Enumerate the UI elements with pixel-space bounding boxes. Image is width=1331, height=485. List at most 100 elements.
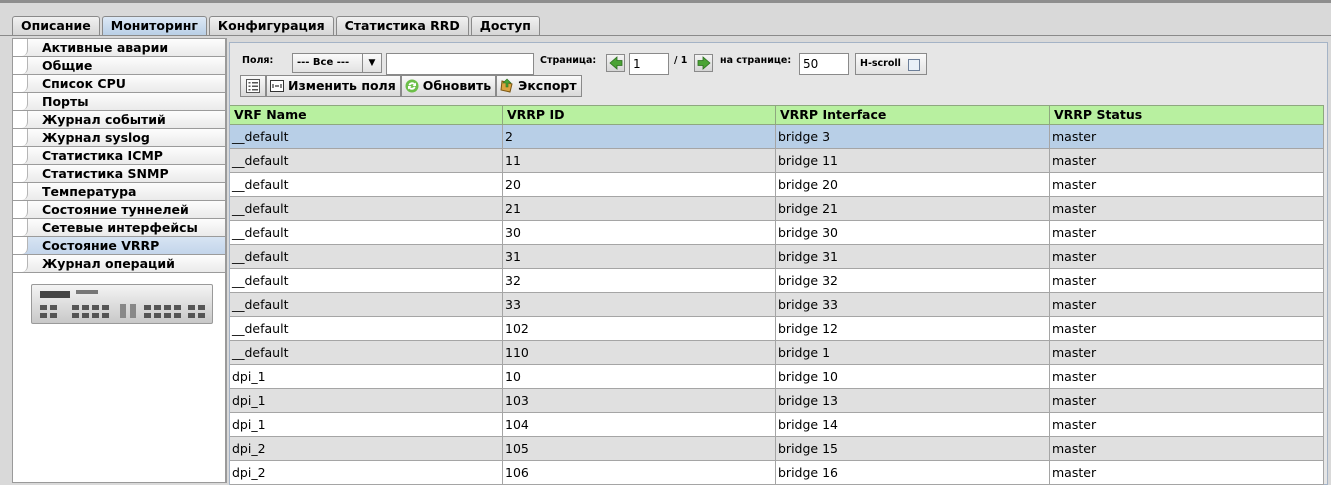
table-cell: master [1050, 341, 1324, 364]
table-cell: bridge 15 [776, 437, 1050, 460]
sidebar-item-ports[interactable]: Порты [13, 93, 225, 111]
page-total: / 1 [674, 55, 688, 66]
table-cell: 103 [503, 389, 776, 412]
column-header-vrrp-status[interactable]: VRRP Status [1050, 106, 1324, 124]
page-input[interactable]: 1 [629, 53, 669, 75]
tab-rrd-statistics[interactable]: Статистика RRD [335, 16, 469, 35]
table-cell: dpi_2 [230, 437, 503, 460]
table-cell: 2 [503, 125, 776, 148]
table-cell: master [1050, 173, 1324, 196]
per-page-input[interactable]: 50 [799, 53, 849, 75]
table-row[interactable]: __default 30 bridge 30 master [230, 221, 1324, 245]
table-row[interactable]: dpi_2 106 bridge 16 master [230, 461, 1324, 485]
column-header-vrrp-interface[interactable]: VRRP Interface [776, 106, 1050, 124]
table-cell: bridge 21 [776, 197, 1050, 220]
table-cell: 20 [503, 173, 776, 196]
table-row[interactable]: dpi_1 10 bridge 10 master [230, 365, 1324, 389]
table-cell: master [1050, 437, 1324, 460]
table-cell: bridge 14 [776, 413, 1050, 436]
table-cell: 21 [503, 197, 776, 220]
fields-label: Поля: [242, 55, 274, 66]
table-cell: dpi_1 [230, 365, 503, 388]
table-cell: 30 [503, 221, 776, 244]
table-cell: __default [230, 317, 503, 340]
table-cell: bridge 11 [776, 149, 1050, 172]
table-cell: master [1050, 389, 1324, 412]
per-page-label: на странице: [720, 55, 792, 66]
table-cell: bridge 3 [776, 125, 1050, 148]
tab-divider [0, 35, 1331, 36]
table-row[interactable]: __default 11 bridge 11 master [230, 149, 1324, 173]
tab-access[interactable]: Доступ [470, 16, 540, 35]
sidebar-item-general[interactable]: Общие [13, 57, 225, 75]
sidebar-item-tunnel-state[interactable]: Состояние туннелей [13, 201, 225, 219]
table-row[interactable]: __default 20 bridge 20 master [230, 173, 1324, 197]
table-row[interactable]: __default 21 bridge 21 master [230, 197, 1324, 221]
main-tabs: Описание Мониторинг Конфигурация Статист… [12, 16, 542, 35]
table-row[interactable]: dpi_1 104 bridge 14 master [230, 413, 1324, 437]
refresh-icon [405, 79, 419, 93]
table-cell: 10 [503, 365, 776, 388]
table-cell: __default [230, 125, 503, 148]
column-header-vrrp-id[interactable]: VRRP ID [503, 106, 776, 124]
table-cell: master [1050, 413, 1324, 436]
window-top-border [0, 0, 1331, 3]
column-header-vrf-name[interactable]: VRF Name [230, 106, 503, 124]
table-row[interactable]: __default 31 bridge 31 master [230, 245, 1324, 269]
table-row[interactable]: __default 2 bridge 3 master [230, 125, 1324, 149]
action-toolbar: Изменить поля Обновить Экспорт [240, 75, 582, 97]
table-cell: bridge 1 [776, 341, 1050, 364]
sidebar-item-event-log[interactable]: Журнал событий [13, 111, 225, 129]
tab-configuration[interactable]: Конфигурация [208, 16, 334, 35]
edit-fields-icon [270, 80, 284, 92]
table-cell: master [1050, 461, 1324, 484]
sidebar-item-active-alarms[interactable]: Активные аварии [13, 39, 225, 57]
table-row[interactable]: __default 32 bridge 32 master [230, 269, 1324, 293]
sidebar-item-operations-log[interactable]: Журнал операций [13, 255, 225, 273]
table-row[interactable]: __default 102 bridge 12 master [230, 317, 1324, 341]
table-row[interactable]: dpi_2 105 bridge 15 master [230, 437, 1324, 461]
filter-toolbar: Поля: --- Все --- ▼ Страница: 1 / 1 на с… [230, 47, 1327, 75]
tab-monitoring[interactable]: Мониторинг [101, 16, 207, 35]
table-body: __default 2 bridge 3 master __default 11 bridg… [230, 125, 1324, 485]
table-cell: __default [230, 173, 503, 196]
table-cell: master [1050, 149, 1324, 172]
table-cell: master [1050, 365, 1324, 388]
table-header: VRF Name VRRP ID VRRP Interface VRRP Sta… [230, 105, 1324, 125]
hscroll-checkbox[interactable] [908, 59, 920, 71]
sidebar-item-vrrp-state[interactable]: Состояние VRRP [13, 237, 225, 255]
table-cell: 32 [503, 269, 776, 292]
sidebar-item-snmp-stats[interactable]: Статистика SNMP [13, 165, 225, 183]
table-cell: __default [230, 293, 503, 316]
sidebar-item-temperature[interactable]: Температура [13, 183, 225, 201]
export-icon [500, 78, 513, 93]
table-cell: __default [230, 341, 503, 364]
table-cell: bridge 20 [776, 173, 1050, 196]
table-cell: __default [230, 221, 503, 244]
sidebar-item-cpu-list[interactable]: Список CPU [13, 75, 225, 93]
fields-select[interactable]: --- Все --- ▼ [292, 53, 382, 73]
table-cell: dpi_1 [230, 413, 503, 436]
next-page-button[interactable] [694, 54, 713, 72]
column-list-button[interactable] [240, 75, 266, 97]
sidebar-item-syslog[interactable]: Журнал syslog [13, 129, 225, 147]
fields-select-value: --- Все --- [297, 57, 350, 68]
filter-input[interactable] [386, 53, 534, 75]
prev-page-button[interactable] [606, 54, 625, 72]
export-button[interactable]: Экспорт [496, 75, 582, 97]
chevron-down-icon[interactable]: ▼ [362, 54, 381, 72]
refresh-button[interactable]: Обновить [400, 75, 497, 97]
table-cell: 11 [503, 149, 776, 172]
table-cell: 104 [503, 413, 776, 436]
table-row[interactable]: __default 33 bridge 33 master [230, 293, 1324, 317]
sidebar-item-icmp-stats[interactable]: Статистика ICMP [13, 147, 225, 165]
hscroll-toggle[interactable]: H-scroll [855, 53, 927, 75]
table-row[interactable]: __default 110 bridge 1 master [230, 341, 1324, 365]
table-cell: 31 [503, 245, 776, 268]
refresh-label: Обновить [422, 78, 492, 93]
tab-description[interactable]: Описание [12, 16, 100, 35]
sidebar-item-network-interfaces[interactable]: Сетевые интерфейсы [13, 219, 225, 237]
table-cell: 110 [503, 341, 776, 364]
table-row[interactable]: dpi_1 103 bridge 13 master [230, 389, 1324, 413]
edit-fields-button[interactable]: Изменить поля [266, 75, 401, 97]
